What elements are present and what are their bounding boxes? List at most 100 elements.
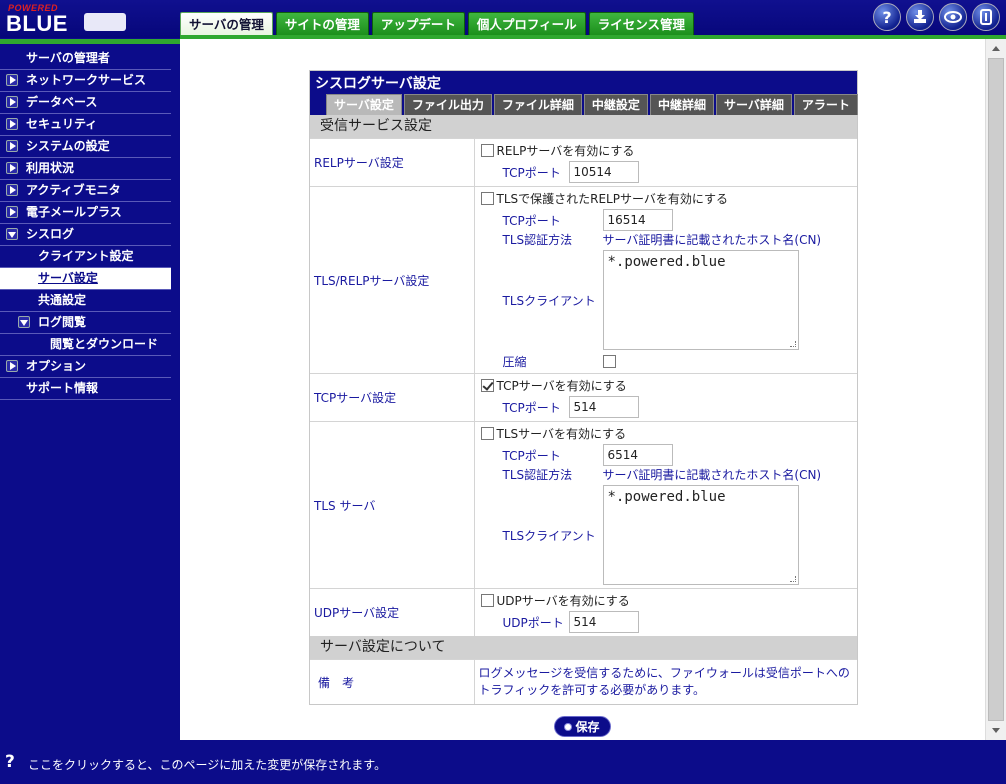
tls-relp-compress-checkbox[interactable] bbox=[602, 355, 616, 368]
resize-grip-icon[interactable] bbox=[789, 341, 796, 347]
sidebar-item-label: ネットワークサービス bbox=[26, 73, 147, 87]
tls-port-label: TCPポート bbox=[502, 448, 561, 463]
sidebar-item-active-monitor[interactable]: アクティブモニタ bbox=[0, 180, 171, 202]
sidebar-item-email-plus[interactable]: 電子メールプラス bbox=[0, 202, 171, 224]
sidebar-item-label: オプション bbox=[26, 359, 87, 373]
eye-icon[interactable] bbox=[939, 3, 967, 31]
tls-relp-enable-checkbox[interactable] bbox=[480, 191, 494, 205]
subtab-alert[interactable]: アラート bbox=[793, 94, 858, 115]
sidebar-item-usage[interactable]: 利用状況 bbox=[0, 158, 171, 180]
subtab-server-settings[interactable]: サーバ設定 bbox=[326, 94, 402, 115]
udp-port-label: UDPポート bbox=[502, 615, 564, 630]
sidebar-item-label: サポート情報 bbox=[26, 381, 99, 395]
udp-enable-checkbox[interactable] bbox=[480, 593, 494, 607]
sidebar-item-database[interactable]: データベース bbox=[0, 92, 171, 114]
bullet-icon bbox=[565, 723, 572, 730]
main-content: シスログサーバ設定 サーバ設定 ファイル出力 ファイル詳細 中継設定 中継詳細 … bbox=[180, 39, 985, 740]
sidebar-item-client-settings[interactable]: クライアント設定 bbox=[0, 246, 171, 268]
syslog-server-panel: シスログサーバ設定 サーバ設定 ファイル出力 ファイル詳細 中継設定 中継詳細 … bbox=[309, 70, 858, 705]
sidebar-item-syslog[interactable]: シスログ bbox=[0, 224, 171, 246]
tls-auth-label: TLS認証方法 bbox=[502, 468, 573, 482]
tab-site-admin[interactable]: サイトの管理 bbox=[275, 12, 369, 35]
resize-grip-icon[interactable] bbox=[789, 576, 796, 582]
scrollbar-thumb[interactable] bbox=[988, 58, 1004, 721]
status-bar: ? ここをクリックすると、このページに加えた変更が保存されます。 bbox=[0, 740, 1006, 784]
sidebar-item-label: サーバ設定 bbox=[38, 271, 98, 285]
tab-profile[interactable]: 個人プロフィール bbox=[467, 12, 586, 35]
relp-port-input[interactable] bbox=[568, 161, 639, 183]
sidebar-item-label: 共通設定 bbox=[38, 293, 87, 307]
sidebar-item-server-settings[interactable]: サーバ設定 bbox=[0, 268, 171, 290]
sidebar-item-security[interactable]: セキュリティ bbox=[0, 114, 171, 136]
sidebar-item-label: サーバの管理者 bbox=[26, 51, 110, 65]
tls-client-textarea[interactable]: *.powered.blue bbox=[602, 485, 799, 585]
sidebar-item-log-view[interactable]: ログ閲覧 bbox=[0, 312, 171, 334]
collapse-arrow-icon bbox=[6, 228, 18, 240]
save-button[interactable]: 保存 bbox=[554, 716, 611, 737]
powered-blue-logo[interactable]: POWERED BLUE bbox=[6, 3, 130, 36]
vertical-scrollbar[interactable] bbox=[985, 39, 1006, 740]
sidebar-item-label: クライアント設定 bbox=[38, 249, 134, 263]
header-bar: POWERED BLUE サーバの管理 サイトの管理 アップデート 個人プロフィ… bbox=[0, 0, 1006, 39]
relp-enable-checkbox[interactable] bbox=[480, 143, 494, 157]
scroll-down-arrow-icon[interactable] bbox=[986, 722, 1006, 740]
subtab-file-output[interactable]: ファイル出力 bbox=[403, 94, 492, 115]
tls-relp-compress-label: 圧縮 bbox=[502, 355, 527, 369]
logout-icon[interactable] bbox=[972, 3, 1000, 31]
expand-arrow-icon bbox=[6, 74, 18, 86]
subtab-file-details[interactable]: ファイル詳細 bbox=[493, 94, 582, 115]
expand-arrow-icon bbox=[6, 96, 18, 108]
subtab-relay-settings[interactable]: 中継設定 bbox=[583, 94, 648, 115]
help-question-icon: ? bbox=[5, 752, 15, 772]
logo-mark-icon bbox=[84, 13, 126, 31]
tls-relp-client-textarea[interactable]: *.powered.blue bbox=[602, 250, 799, 350]
subtab-relay-details[interactable]: 中継詳細 bbox=[649, 94, 714, 115]
sidebar-item-server-admins[interactable]: サーバの管理者 bbox=[0, 48, 171, 70]
tcp-port-label: TCPポート bbox=[502, 400, 561, 415]
relp-port-label: TCPポート bbox=[502, 165, 561, 180]
tab-license[interactable]: ライセンス管理 bbox=[588, 12, 694, 35]
help-icon[interactable]: ? bbox=[873, 3, 901, 31]
sidebar-item-label: システムの設定 bbox=[26, 139, 110, 153]
sidebar-item-view-download[interactable]: 閲覧とダウンロード bbox=[0, 334, 171, 356]
note-line-1: ログメッセージを受信するために、ファイウォールは受信ポートへの bbox=[478, 666, 850, 680]
main-tabs: サーバの管理 サイトの管理 アップデート 個人プロフィール ライセンス管理 bbox=[180, 12, 697, 36]
sidebar-item-options[interactable]: オプション bbox=[0, 356, 171, 378]
tls-relp-client-label: TLSクライアント bbox=[502, 293, 596, 308]
expand-arrow-icon bbox=[6, 184, 18, 196]
sidebar-item-system-settings[interactable]: システムの設定 bbox=[0, 136, 171, 158]
tls-enable-checkbox[interactable] bbox=[480, 426, 494, 440]
tcp-enable-label: TCPサーバを有効にする bbox=[496, 378, 627, 393]
download-icon[interactable] bbox=[906, 3, 934, 31]
sidebar-item-common-settings[interactable]: 共通設定 bbox=[0, 290, 171, 312]
tls-auth-value[interactable]: サーバ証明書に記載されたホスト名(CN) bbox=[603, 466, 822, 483]
udp-enable-label: UDPサーバを有効にする bbox=[496, 593, 630, 608]
tls-relp-row-label: TLS/RELPサーバ設定 bbox=[310, 186, 475, 374]
tls-relp-enable-label: TLSで保護されたRELPサーバを有効にする bbox=[496, 191, 728, 206]
udp-port-input[interactable] bbox=[568, 611, 639, 633]
tls-enable-label: TLSサーバを有効にする bbox=[496, 426, 627, 441]
tls-relp-auth-value[interactable]: サーバ証明書に記載されたホスト名(CN) bbox=[603, 231, 822, 248]
sidebar-item-label: 閲覧とダウンロード bbox=[50, 337, 159, 351]
sidebar-item-support-info[interactable]: サポート情報 bbox=[0, 378, 171, 400]
tls-relp-port-input[interactable] bbox=[602, 209, 673, 231]
tcp-port-input[interactable] bbox=[568, 396, 639, 418]
tls-relp-port-label: TCPポート bbox=[502, 213, 561, 228]
tls-port-input[interactable] bbox=[602, 444, 673, 466]
tab-server-admin[interactable]: サーバの管理 bbox=[180, 12, 273, 35]
tcp-enable-checkbox[interactable] bbox=[480, 378, 494, 392]
collapse-arrow-icon bbox=[18, 316, 30, 328]
expand-arrow-icon bbox=[6, 360, 18, 372]
note-label: 備 考 bbox=[310, 659, 475, 704]
tab-update[interactable]: アップデート bbox=[371, 12, 465, 35]
sidebar-item-network-services[interactable]: ネットワークサービス bbox=[0, 70, 171, 92]
udp-row-label: UDPサーバ設定 bbox=[310, 588, 475, 636]
relp-enable-label: RELPサーバを有効にする bbox=[496, 143, 635, 158]
logo-big-text: BLUE bbox=[6, 11, 68, 36]
tls-row-label: TLS サーバ bbox=[310, 421, 475, 589]
subtab-server-details[interactable]: サーバ詳細 bbox=[715, 94, 792, 115]
sidebar-item-label: シスログ bbox=[26, 227, 75, 241]
scroll-up-arrow-icon[interactable] bbox=[986, 39, 1006, 57]
relp-row-label: RELPサーバ設定 bbox=[310, 138, 475, 187]
sidebar-item-label: 利用状況 bbox=[26, 161, 75, 175]
